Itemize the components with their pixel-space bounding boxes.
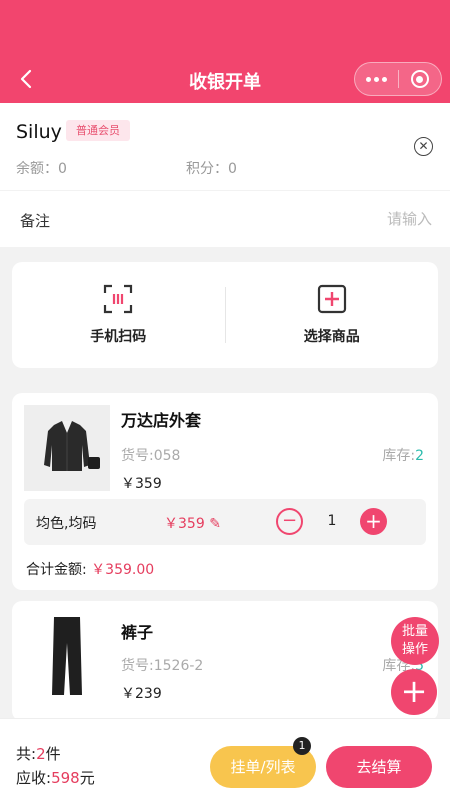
increase-qty-button[interactable]: + [360,508,387,535]
add-product-fab[interactable]: + [391,669,437,715]
product-stock: 库存:2 [382,448,424,464]
select-product-label: 选择商品 [303,329,360,345]
product-price: ￥359 [121,476,162,492]
product-image [24,613,110,699]
scan-label: 手机扫码 [90,329,147,345]
target-circle-icon[interactable] [399,63,442,95]
item-count: 共:2件 [16,745,61,763]
product-sku: 货号:058 [121,448,181,464]
action-panel: 手机扫码 选择商品 [12,262,438,368]
nav-header: 收银开单 [0,0,450,103]
product-price: ￥239 [121,686,162,702]
spec-label: 均色,均码 [36,516,97,532]
mini-program-capsule [354,62,442,96]
remark-label: 备注 [20,212,51,230]
checkout-bar: 共:2件 应收:598元 挂单/列表 1 去结算 [0,718,450,800]
select-product-button[interactable]: 选择商品 [226,262,439,368]
scan-button[interactable]: 手机扫码 [12,262,225,368]
spec-price[interactable]: ￥359 ✎ [164,513,221,533]
member-balance: 余额：0 [16,161,67,177]
hold-count-badge: 1 [293,737,311,755]
member-panel: Siluy 普通会员 ✕ 余额：0 积分：0 [0,103,450,190]
decrease-qty-button[interactable]: − [276,508,303,535]
product-card: 裤子 货号:1526-2 库存:5 ￥239 [12,601,438,721]
remark-input[interactable] [232,207,432,231]
edit-icon[interactable]: ✎ [209,516,221,532]
amount-due: 应收:598元 [16,769,95,787]
clear-member-icon[interactable]: ✕ [414,137,433,156]
add-box-icon [317,284,346,314]
quantity-value: 1 [327,513,337,529]
product-card: 万达店外套 货号:058 库存:2 ￥359 均色,均码 ￥359 ✎ − 1 … [12,393,438,590]
batch-operation-button[interactable]: 批量 操作 [391,617,439,665]
product-name: 万达店外套 [121,411,202,430]
scan-icon [104,284,133,314]
product-image [24,405,110,491]
product-name: 裤子 [121,623,154,642]
spec-row: 均色,均码 ￥359 ✎ − 1 + [24,499,426,545]
member-points: 积分：0 [186,161,237,177]
product-sku: 货号:1526-2 [121,658,204,674]
remark-row: 备注 [0,191,450,247]
checkout-button[interactable]: 去结算 [326,746,432,788]
more-dots-icon[interactable] [355,63,398,95]
member-level-badge: 普通会员 [66,120,130,141]
member-name: Siluy [16,121,62,143]
subtotal: 合计金额: ￥359.00 [26,562,155,578]
